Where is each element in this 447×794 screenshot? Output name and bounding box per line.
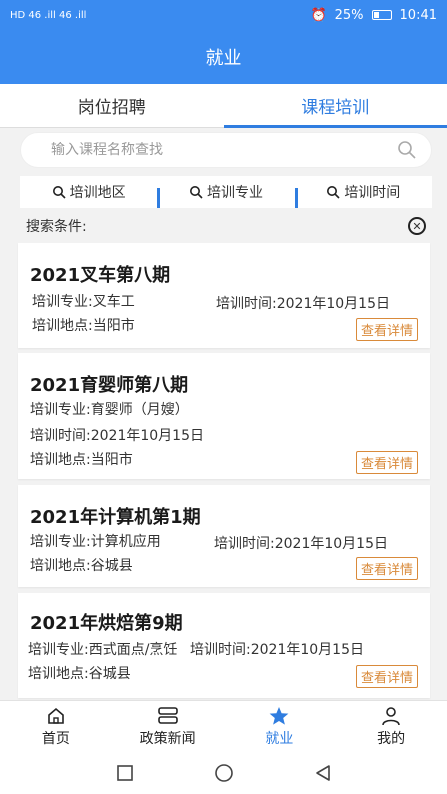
- bottom-navigation: 首页 政策新闻 就业 我的: [0, 700, 447, 752]
- home-circle-icon[interactable]: [214, 763, 234, 783]
- course-location: 培训地点:谷城县: [30, 558, 133, 574]
- filter-region[interactable]: 培训地区: [20, 182, 157, 202]
- nav-policy-news[interactable]: 政策新闻: [112, 701, 224, 752]
- nav-label: 首页: [41, 730, 70, 747]
- recent-apps-icon[interactable]: [116, 764, 134, 782]
- page-title: 就业: [0, 30, 447, 84]
- user-icon: [382, 706, 400, 725]
- conditions-label: 搜索条件:: [26, 219, 87, 235]
- nav-label: 我的: [377, 730, 406, 747]
- course-card[interactable]: 2021叉车第八期 培训专业:叉车工 培训时间:2021年10月15日 培训地点…: [18, 243, 430, 348]
- signal-indicators: HD 46 .ill 46 .ill: [10, 9, 87, 21]
- search-icon: [52, 186, 66, 199]
- back-icon[interactable]: [314, 764, 332, 782]
- page-title-text: 就业: [205, 48, 242, 69]
- course-time: 培训时间:2021年10月15日: [214, 536, 388, 552]
- filter-time[interactable]: 培训时间: [294, 182, 432, 208]
- nav-label: 就业: [265, 730, 294, 747]
- view-details-button[interactable]: 查看详情: [355, 557, 418, 580]
- course-major: 培训专业:育婴师（月嫂）: [30, 402, 189, 418]
- course-time: 培训时间:2021年10月15日: [190, 642, 364, 658]
- alarm-icon: ⏰: [310, 7, 327, 23]
- nav-label: 政策新闻: [139, 730, 196, 747]
- view-details-button[interactable]: 查看详情: [355, 665, 418, 688]
- tab-course-training[interactable]: 课程培训: [223, 84, 447, 128]
- course-location: 培训地点:当阳市: [30, 452, 133, 468]
- view-details-button[interactable]: 查看详情: [355, 318, 418, 341]
- course-card[interactable]: 2021年烘焙第9期 培训专业:西式面点/烹饪 培训时间:2021年10月15日…: [18, 593, 430, 698]
- course-major: 培训专业:叉车工: [32, 294, 135, 310]
- tab-label: 岗位招聘: [77, 98, 146, 118]
- course-major: 培训专业:计算机应用: [30, 534, 161, 550]
- search-icon[interactable]: [397, 140, 417, 160]
- news-icon: [157, 706, 178, 724]
- search-icon: [189, 186, 203, 199]
- battery-percent: 25%: [334, 7, 364, 23]
- course-location: 培训地点:当阳市: [32, 318, 135, 334]
- course-title: 2021育婴师第八期: [30, 375, 189, 396]
- course-card[interactable]: 2021育婴师第八期 培训专业:育婴师（月嫂） 培训时间:2021年10月15日…: [18, 353, 430, 479]
- nav-home[interactable]: 首页: [0, 701, 112, 752]
- search-conditions: 搜索条件: ✕: [20, 212, 432, 240]
- course-location: 培训地点:谷城县: [28, 666, 131, 682]
- course-card[interactable]: 2021年计算机第1期 培训专业:计算机应用 培训时间:2021年10月15日 …: [18, 485, 430, 587]
- course-time: 培训时间:2021年10月15日: [30, 428, 204, 444]
- system-navigation-bar: [0, 752, 447, 794]
- view-details-button[interactable]: 查看详情: [355, 451, 418, 474]
- nav-employment[interactable]: 就业: [224, 701, 336, 752]
- search-input[interactable]: [51, 142, 351, 158]
- home-icon: [48, 707, 64, 724]
- star-icon: [269, 706, 289, 725]
- search-icon: [327, 186, 340, 199]
- status-bar: HD 46 .ill 46 .ill ⏰ 25% 10:41: [0, 0, 447, 30]
- filter-label: 培训地区: [69, 185, 126, 201]
- course-time: 培训时间:2021年10月15日: [216, 296, 390, 312]
- tab-job-recruitment[interactable]: 岗位招聘: [0, 84, 224, 127]
- filter-label: 培训时间: [344, 185, 401, 201]
- tab-bar: 岗位招聘 课程培训: [0, 84, 447, 128]
- course-title: 2021年计算机第1期: [30, 507, 201, 528]
- filter-label: 培训专业: [206, 185, 263, 201]
- course-title: 2021年烘焙第9期: [30, 613, 183, 634]
- filter-bar: 培训地区 培训专业 培训时间: [20, 176, 432, 208]
- clear-conditions-icon[interactable]: ✕: [408, 217, 426, 235]
- filter-major[interactable]: 培训专业: [157, 182, 294, 208]
- course-title: 2021叉车第八期: [30, 265, 171, 286]
- nav-mine[interactable]: 我的: [335, 701, 447, 752]
- course-major: 培训专业:西式面点/烹饪: [28, 642, 178, 658]
- status-time: 10:41: [399, 7, 437, 23]
- tab-label: 课程培训: [301, 98, 370, 118]
- search-bar: [20, 132, 432, 168]
- battery-icon: [371, 10, 392, 20]
